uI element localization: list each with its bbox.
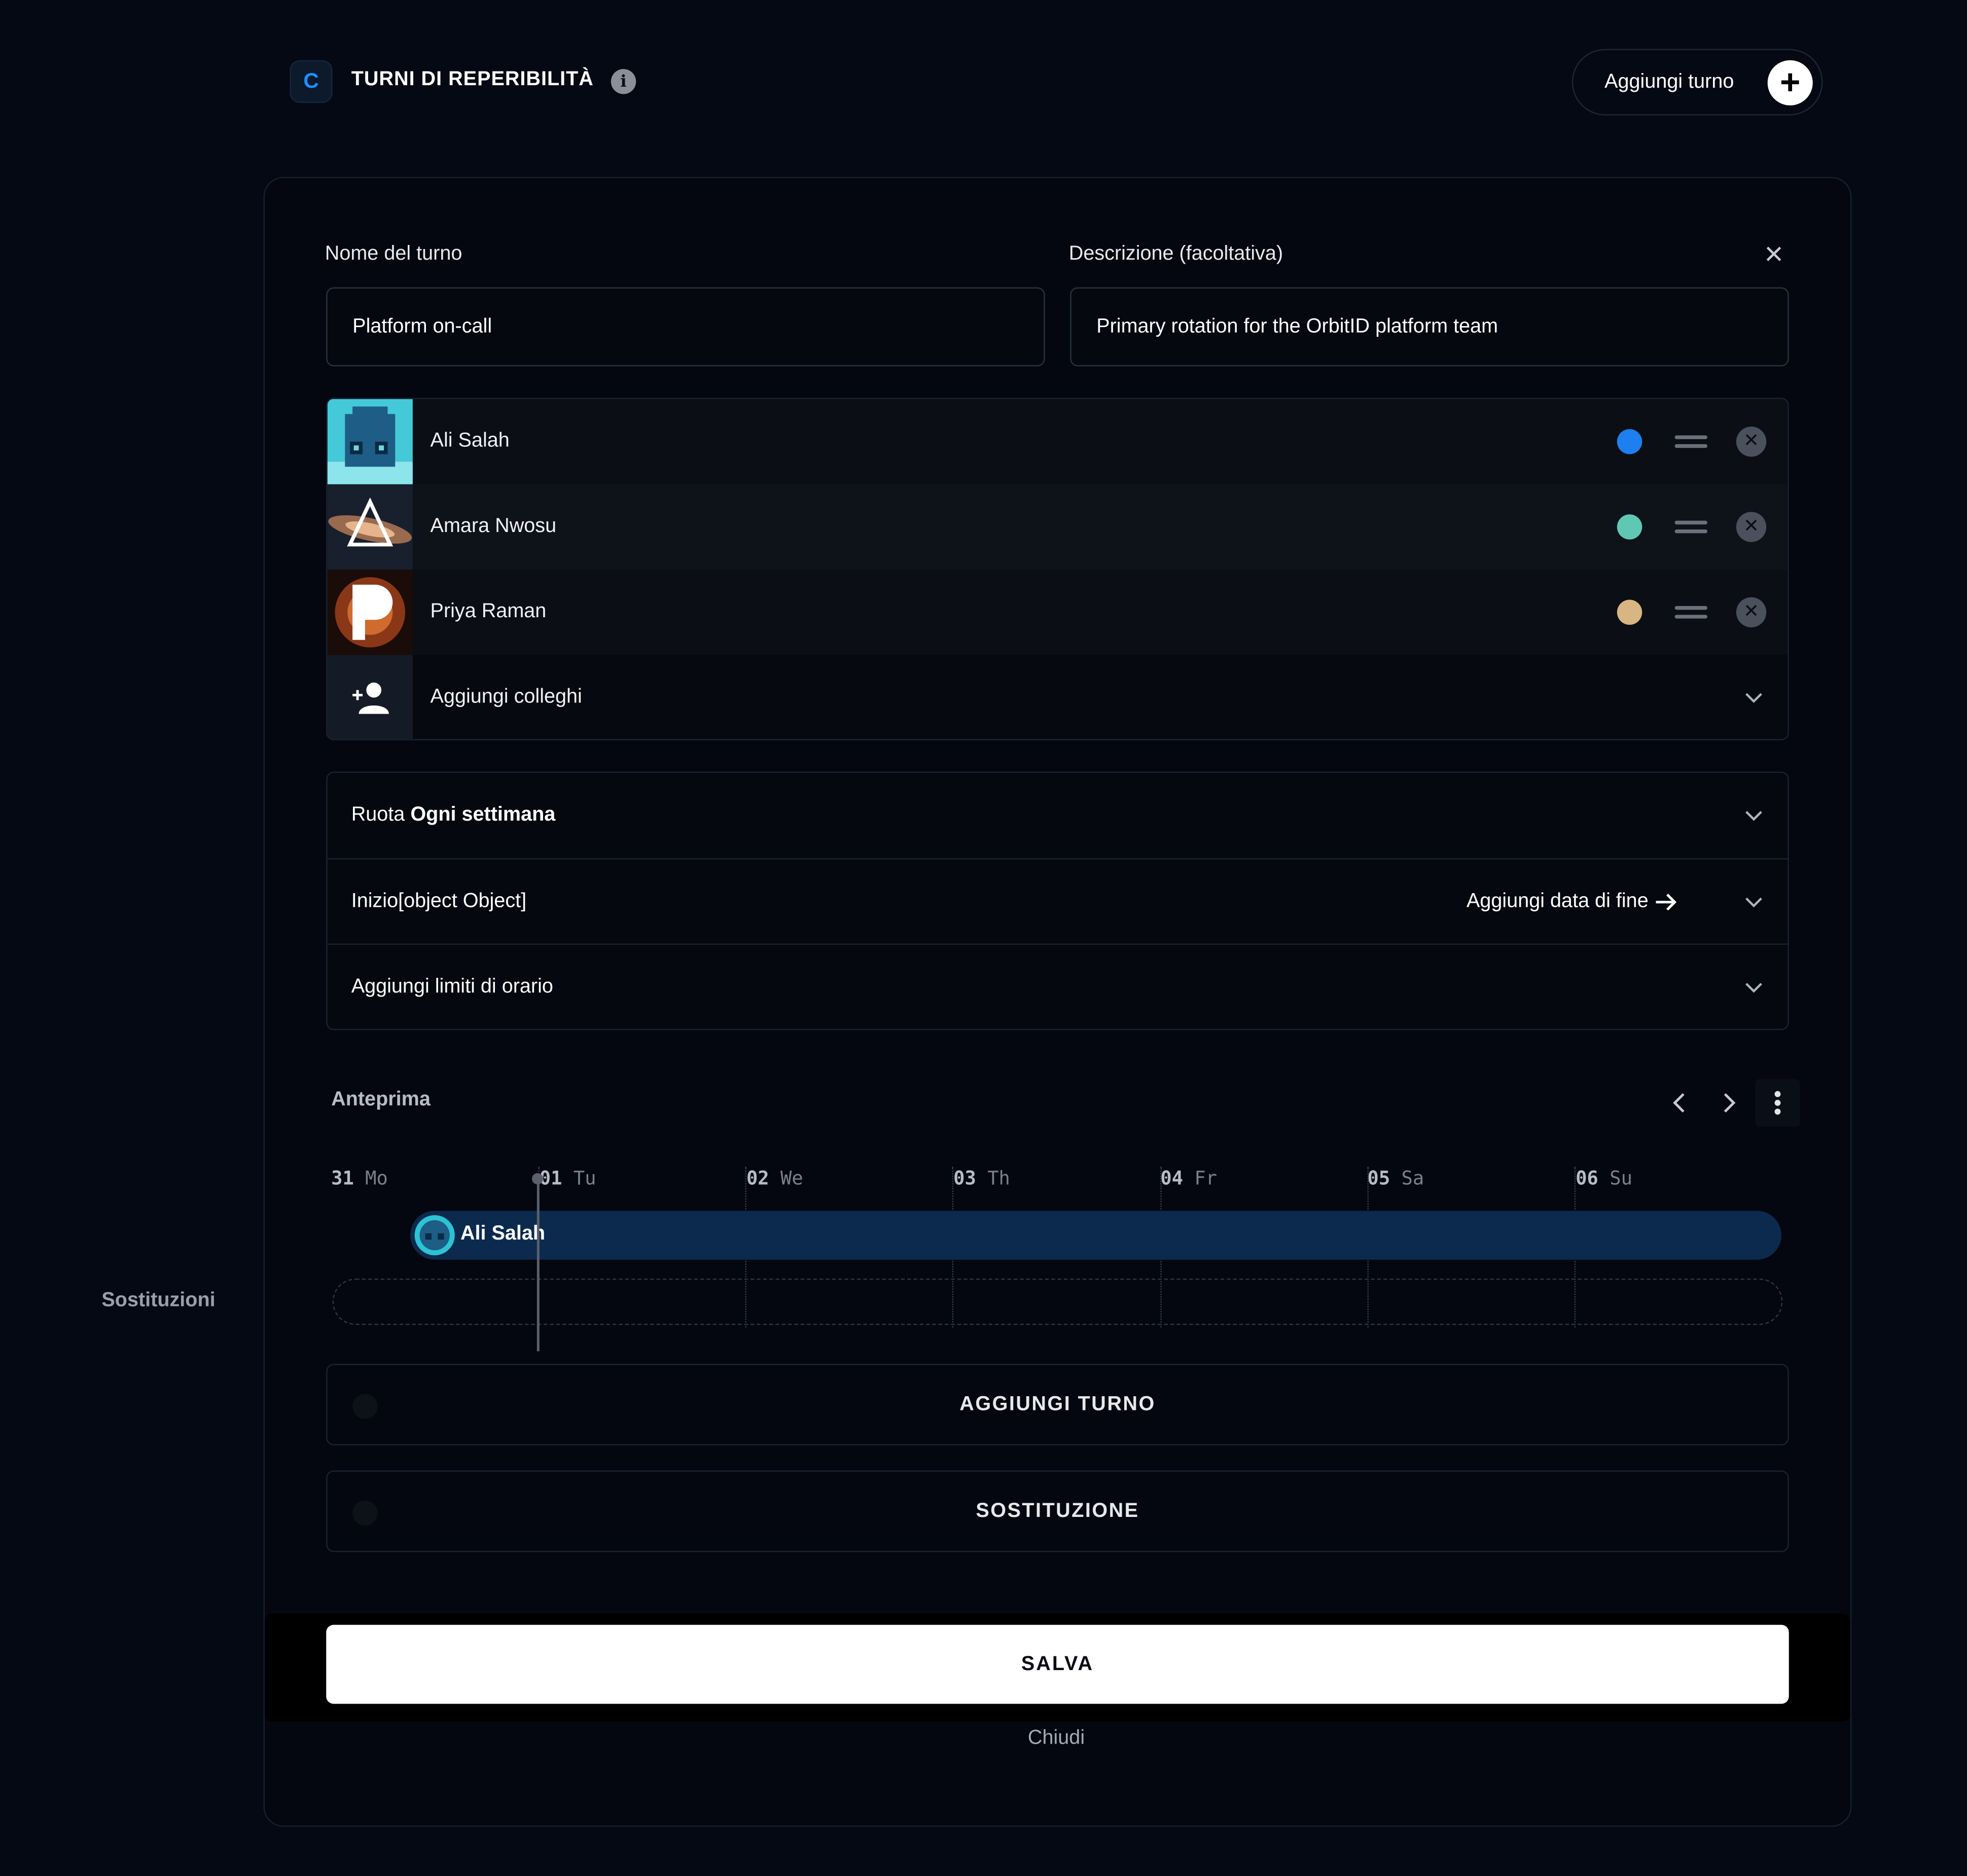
day-label: 03 Th: [953, 1166, 1010, 1190]
avatar: [327, 484, 413, 570]
add-shift-header-button[interactable]: Aggiungi turno +: [1571, 49, 1823, 116]
chevron-down-icon: [1745, 693, 1762, 703]
add-person-icon: [327, 655, 413, 739]
plus-circle-icon: [352, 1500, 378, 1526]
more-options-icon[interactable]: [1755, 1079, 1801, 1127]
page-title: TURNI DI REPERIBILITÀ: [351, 69, 594, 91]
add-colleagues-label: Aggiungi colleghi: [430, 686, 582, 708]
members-list: Ali Salah ✕ Amara Nwosu ✕ Priya Raman ✕ …: [326, 398, 1789, 740]
chevron-down-icon: [1745, 897, 1762, 908]
day-label: 02 We: [746, 1166, 803, 1190]
shift-avatar: [414, 1215, 455, 1256]
member-color-dot[interactable]: [1617, 599, 1642, 625]
shift-name-input[interactable]: Platform on-call: [326, 287, 1045, 367]
member-color-dot[interactable]: [1617, 514, 1642, 540]
description-label: Descrizione (facoltativa): [1068, 243, 1283, 265]
add-shift-header-label: Aggiungi turno: [1604, 70, 1734, 92]
day-label: 31 Mo: [331, 1166, 388, 1190]
day-label: 01 Tu: [539, 1166, 596, 1190]
remove-member-icon[interactable]: ✕: [1736, 597, 1767, 627]
rotation-options: Ruota Ogni settimana Inizio[object Objec…: [326, 771, 1789, 1031]
app-logo-icon: C: [290, 60, 333, 103]
save-button[interactable]: SALVA: [326, 1624, 1789, 1704]
rotation-prefix: Ruota: [351, 804, 405, 826]
member-row: Priya Raman ✕: [327, 570, 1788, 655]
remove-member-icon[interactable]: ✕: [1736, 427, 1767, 457]
remove-member-icon[interactable]: ✕: [1736, 512, 1767, 542]
member-row: Ali Salah ✕: [327, 399, 1788, 484]
close-link[interactable]: Chiudi: [0, 1728, 1967, 1751]
chevron-down-icon: [1745, 982, 1762, 993]
day-label: 05 Sa: [1367, 1166, 1424, 1190]
chevron-right-icon[interactable]: [1711, 1084, 1748, 1121]
chevron-down-icon: [1745, 811, 1762, 821]
member-row: Amara Nwosu ✕: [327, 484, 1788, 570]
rotation-frequency-row[interactable]: Ruota Ogni settimana: [328, 773, 1788, 858]
member-name: Amara Nwosu: [430, 515, 557, 537]
plus-icon: +: [1767, 60, 1813, 105]
shift-person-name: Ali Salah: [460, 1223, 546, 1245]
day-label: 06 Su: [1576, 1166, 1632, 1190]
drag-handle-icon[interactable]: [1674, 520, 1707, 534]
current-time-line: [537, 1176, 540, 1352]
start-label: Inizio[object Object]: [351, 891, 527, 912]
info-icon[interactable]: i: [611, 69, 636, 94]
day-label: 04 Fr: [1160, 1166, 1218, 1190]
time-limits-row[interactable]: Aggiungi limiti di orario: [328, 945, 1788, 1030]
arrow-right-icon: [1656, 894, 1677, 911]
avatar: [327, 570, 413, 655]
rotation-value: Ogni settimana: [410, 804, 556, 826]
add-end-date-label: Aggiungi data di fine: [1466, 891, 1649, 912]
time-limits-label: Aggiungi limiti di orario: [351, 976, 553, 998]
close-icon[interactable]: ×: [1759, 237, 1789, 270]
rotation-text: Ruota Ogni settimana: [351, 773, 556, 858]
member-name: Priya Raman: [430, 600, 547, 623]
preview-title: Anteprima: [331, 1089, 431, 1111]
drag-handle-icon[interactable]: [1674, 606, 1707, 619]
shift-name-label: Nome del turno: [325, 243, 462, 265]
shift-bar[interactable]: [410, 1211, 1781, 1260]
overrides-side-label: Sostituzioni: [101, 1290, 216, 1312]
avatar: [327, 399, 413, 484]
member-name: Ali Salah: [430, 430, 510, 452]
add-end-date-link[interactable]: Aggiungi data di fine: [1467, 860, 1677, 945]
drag-handle-icon[interactable]: [1674, 435, 1707, 448]
add-shift-button[interactable]: AGGIUNGI TURNO: [326, 1364, 1789, 1445]
add-shift-label: AGGIUNGI TURNO: [959, 1393, 1156, 1415]
description-input[interactable]: Primary rotation for the OrbitID platfor…: [1070, 287, 1789, 367]
chevron-left-icon[interactable]: [1660, 1084, 1697, 1121]
override-label: SOSTITUZIONE: [976, 1500, 1139, 1521]
start-date-row[interactable]: Inizio[object Object] Aggiungi data di f…: [328, 860, 1788, 945]
overrides-lane[interactable]: [332, 1278, 1783, 1325]
member-color-dot[interactable]: [1617, 429, 1642, 454]
current-time-dot: [531, 1173, 544, 1185]
plus-circle-icon: [352, 1394, 378, 1419]
add-colleagues-row[interactable]: Aggiungi colleghi: [327, 655, 1788, 739]
override-button[interactable]: SOSTITUZIONE: [326, 1470, 1789, 1552]
